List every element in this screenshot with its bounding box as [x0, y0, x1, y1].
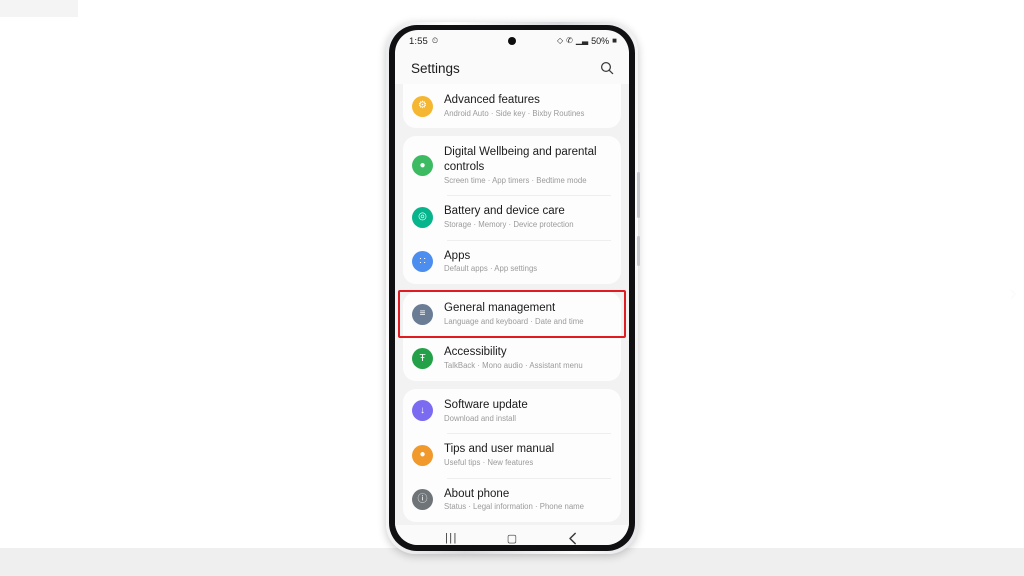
settings-row-subtitle: TalkBack · Mono audio · Assistant menu [444, 361, 583, 371]
settings-row[interactable]: ⓘ About phone Status · Legal information ·… [403, 477, 621, 522]
settings-row-title: Apps [444, 249, 471, 262]
phone-screen: 1:55 ⏲ ◇ ✆ ▁▃ 50% ■ Settings ⚙ Advanced … [395, 30, 629, 545]
status-time: 1:55 [409, 35, 428, 47]
page-title: Settings [411, 60, 460, 76]
settings-row-subtitle: Storage · Memory · Device protection [444, 220, 574, 230]
settings-card: ≡ General management Language and keyboard… [403, 291, 621, 381]
settings-row-text: About phone Status · Legal information · … [444, 487, 584, 513]
settings-row-subtitle: Status · Legal information · Phone name [444, 502, 584, 512]
settings-card: ↓ Software update Download and install ● Tip… [403, 388, 621, 522]
settings-row[interactable]: ≡ General management Language and keyboard… [403, 292, 621, 336]
recents-icon[interactable]: ||| [438, 529, 464, 545]
phone-device: 1:55 ⏲ ◇ ✆ ▁▃ 50% ■ Settings ⚙ Advanced … [386, 22, 640, 554]
status-bar-left: 1:55 ⏲ [409, 36, 438, 47]
settings-row[interactable]: Ŧ Accessibility TalkBack · Mono audio · As… [403, 336, 621, 380]
front-camera-punch-hole [508, 37, 516, 45]
page-corner-swatch [0, 0, 78, 17]
status-bar-right: ◇ ✆ ▁▃ 50% ■ [557, 36, 617, 46]
settings-row-subtitle: Screen time · App timers · Bedtime mode [444, 175, 587, 185]
settings-row-title: Battery and device care [444, 205, 565, 218]
general-management-icon: ≡ [412, 303, 433, 325]
settings-row-text: Battery and device care Storage · Memory … [444, 204, 574, 230]
advanced-features-icon: ⚙ [412, 95, 433, 117]
alarm-off-icon: ⏲ [431, 36, 439, 45]
app-bar: Settings [395, 52, 629, 84]
digital-wellbeing-icon: ● [412, 155, 433, 177]
settings-row-text: Advanced features Android Auto · Side key… [444, 93, 584, 119]
settings-card: ● Digital Wellbeing and parental controls… [403, 136, 621, 284]
settings-row-title: Tips and user manual [444, 443, 555, 456]
apps-icon: ∷ [412, 251, 433, 273]
battery-percent-label: 50% [591, 36, 610, 46]
chevron-right-icon[interactable]: › [1005, 281, 1021, 305]
back-icon[interactable] [560, 529, 586, 545]
settings-row-title: Digital Wellbeing and parental controls [444, 146, 597, 173]
settings-row-title: Accessibility [444, 346, 507, 359]
settings-row[interactable]: ↓ Software update Download and install [403, 389, 621, 433]
software-update-icon: ↓ [412, 400, 433, 422]
settings-row-title: About phone [444, 487, 510, 500]
settings-row-text: Digital Wellbeing and parental controls S… [444, 145, 609, 186]
settings-row[interactable]: ● Digital Wellbeing and parental controls… [403, 136, 621, 195]
about-phone-icon: ⓘ [412, 489, 433, 511]
call-icon: ✆ [566, 36, 573, 45]
settings-list[interactable]: ⚙ Advanced features Android Auto · Side ke… [395, 84, 629, 525]
signal-bars-icon: ▁▃ [575, 36, 589, 45]
settings-row[interactable]: ⚙ Advanced features Android Auto · Side ke… [403, 84, 621, 128]
accessibility-icon: Ŧ [412, 348, 433, 370]
settings-row-text: Software update Download and install [444, 398, 528, 424]
settings-row[interactable]: ◎ Battery and device care Storage · Memory… [403, 195, 621, 239]
status-bar: 1:55 ⏲ ◇ ✆ ▁▃ 50% ■ [395, 30, 629, 52]
settings-row[interactable]: ∷ Apps Default apps · App settings [403, 239, 621, 284]
search-icon[interactable] [599, 60, 615, 76]
settings-row-title: General management [444, 301, 556, 314]
settings-row-subtitle: Default apps · App settings [444, 264, 538, 274]
settings-row-text: Tips and user manual Useful tips · New fe… [444, 442, 554, 468]
settings-row-text: Accessibility TalkBack · Mono audio · Ass… [444, 345, 583, 371]
battery-icon: ■ [612, 36, 617, 45]
settings-row-subtitle: Useful tips · New features [444, 457, 534, 467]
settings-row-subtitle: Android Auto · Side key · Bixby Routines [444, 108, 585, 118]
power-button[interactable] [637, 236, 640, 266]
settings-row-text: General management Language and keyboard … [444, 301, 584, 327]
home-icon[interactable]: ▢ [499, 529, 525, 545]
navigation-bar: ||| ▢ [395, 525, 629, 545]
volume-button[interactable] [637, 172, 640, 218]
settings-card: ⚙ Advanced features Android Auto · Side ke… [403, 84, 621, 129]
battery-device-care-icon: ◎ [412, 206, 433, 228]
wifi-icon: ◇ [556, 36, 564, 45]
settings-row-subtitle: Download and install [444, 413, 516, 423]
settings-row-title: Advanced features [444, 94, 540, 106]
settings-row-title: Software update [444, 398, 528, 411]
settings-row[interactable]: ● Tips and user manual Useful tips · New f… [403, 433, 621, 477]
settings-row-text: Apps Default apps · App settings [444, 249, 537, 275]
phone-bezel: 1:55 ⏲ ◇ ✆ ▁▃ 50% ■ Settings ⚙ Advanced … [389, 25, 635, 551]
tips-icon: ● [412, 444, 433, 466]
settings-row-subtitle: Language and keyboard · Date and time [444, 316, 584, 326]
